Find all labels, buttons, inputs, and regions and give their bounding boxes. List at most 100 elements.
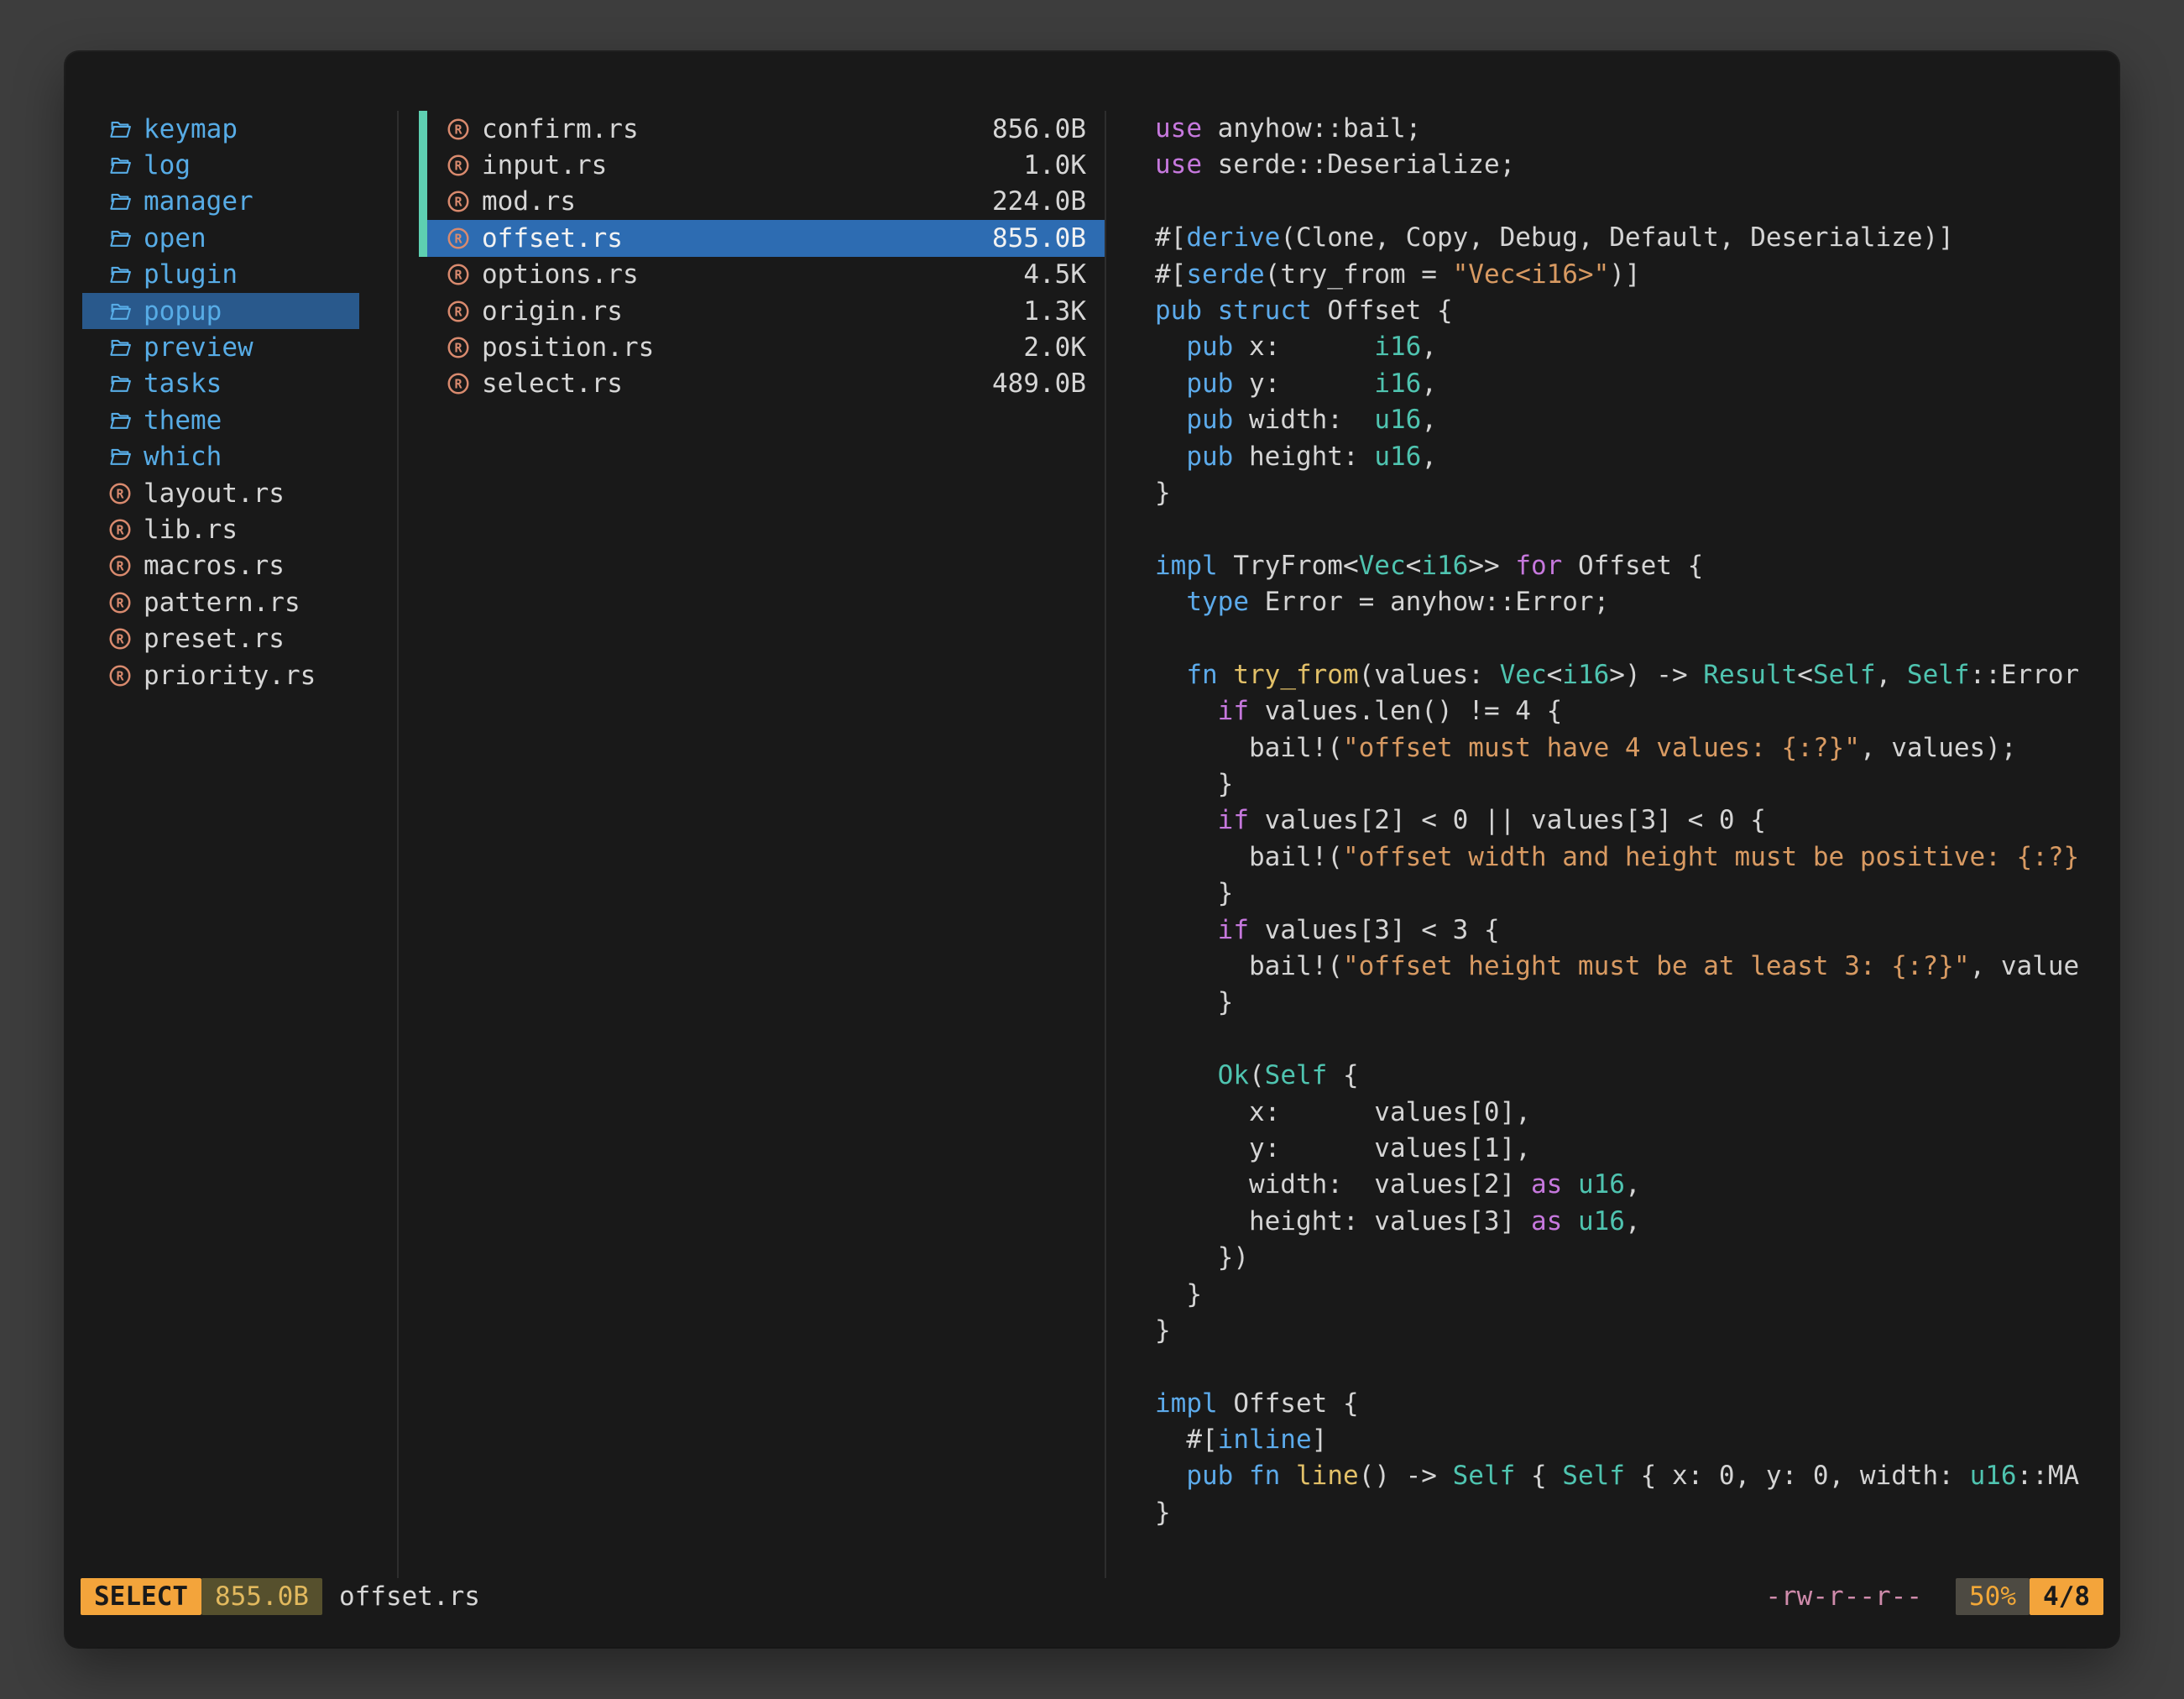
svg-text:R: R (454, 304, 462, 319)
entry-name: keymap (144, 114, 238, 144)
file-size: 224.0B (992, 186, 1086, 217)
file-size: 855.0B (992, 223, 1086, 254)
file-row-origin-rs[interactable]: Rorigin.rs1.3K (399, 293, 1105, 329)
file-name: position.rs (482, 332, 654, 363)
folder-open-icon (107, 153, 133, 178)
folder-open-icon (107, 117, 133, 142)
code-line (1155, 184, 2110, 220)
code-line: y: values[1], (1155, 1131, 2110, 1167)
entry-name: macros.rs (144, 551, 285, 581)
sidebar-dir-which[interactable]: which (82, 439, 359, 475)
file-permissions: -rw-r--r-- (1765, 1581, 1922, 1612)
code-line: pub y: i16, (1155, 366, 2110, 402)
file-name: options.rs (482, 259, 639, 290)
entry-name: popup (144, 296, 222, 327)
sidebar-dir-theme[interactable]: theme (82, 402, 359, 438)
file-row-confirm-rs[interactable]: Rconfirm.rs856.0B (399, 111, 1105, 147)
svg-text:R: R (454, 195, 462, 210)
file-name: mod.rs (482, 186, 576, 217)
code-line: width: values[2] as u16, (1155, 1167, 2110, 1203)
desktop-background: keymaplogmanager openpluginpopup preview ta… (0, 0, 2184, 1699)
file-row-options-rs[interactable]: Roptions.rs4.5K (399, 257, 1105, 293)
file-row-mod-rs[interactable]: Rmod.rs 224.0B (399, 184, 1105, 220)
sidebar-file-pattern-rs[interactable]: Rpattern.rs (82, 584, 359, 620)
code-line: pub fn line() -> Self { Self { x: 0, y: … (1155, 1458, 2110, 1494)
folder-open-icon (107, 335, 133, 360)
rust-file-icon: R (446, 371, 471, 396)
file-size: 1.3K (1023, 296, 1086, 327)
folder-open-icon (107, 189, 133, 214)
sidebar-file-preset-rs[interactable]: Rpreset.rs (82, 620, 359, 656)
file-name: select.rs (482, 369, 623, 399)
file-row-input-rs[interactable]: Rinput.rs1.0K (399, 147, 1105, 183)
cursor-position-badge: 4/8 (2030, 1578, 2103, 1615)
entry-name: preview (144, 332, 253, 363)
rust-file-icon: R (107, 590, 133, 615)
code-line: } (1155, 475, 2110, 511)
rust-file-icon: R (107, 481, 133, 506)
entry-name: lib.rs (144, 515, 238, 545)
code-line: use anyhow::bail; (1155, 111, 2110, 147)
rust-file-icon: R (446, 189, 471, 214)
sidebar-dir-preview[interactable]: preview (82, 329, 359, 365)
code-line: bail!("offset width and height must be p… (1155, 839, 2110, 876)
folder-open-icon (107, 226, 133, 251)
entry-name: open (144, 223, 206, 254)
file-name: offset.rs (482, 223, 623, 254)
svg-text:R: R (454, 341, 462, 356)
code-line: }) (1155, 1240, 2110, 1276)
folder-open-icon (107, 444, 133, 469)
entry-name: preset.rs (144, 624, 285, 654)
code-line: impl TryFrom<Vec<i16>> for Offset { (1155, 548, 2110, 584)
code-line (1155, 511, 2110, 547)
entry-name: manager (144, 186, 253, 217)
code-line: bail!("offset height must be at least 3:… (1155, 949, 2110, 985)
sidebar-dir-keymap[interactable]: keymap (82, 111, 359, 147)
code-line: } (1155, 1277, 2110, 1313)
file-row-position-rs[interactable]: Rposition.rs 2.0K (399, 329, 1105, 365)
panes-container: keymaplogmanager openpluginpopup preview ta… (65, 52, 2119, 1578)
sidebar-dir-popup[interactable]: popup (82, 293, 359, 329)
code-line: } (1155, 985, 2110, 1021)
code-line: fn try_from(values: Vec<i16>) -> Result<… (1155, 657, 2110, 693)
svg-text:R: R (116, 486, 124, 501)
svg-text:R: R (116, 632, 124, 647)
sidebar-dir-log[interactable]: log (82, 147, 359, 183)
code-line: pub x: i16, (1155, 329, 2110, 365)
rust-file-icon: R (446, 153, 471, 178)
status-bar: SELECT 855.0B offset.rs -rw-r--r-- 50% 4… (81, 1578, 2103, 1615)
code-line: use serde::Deserialize; (1155, 147, 2110, 183)
svg-text:R: R (116, 559, 124, 574)
file-size: 2.0K (1023, 332, 1086, 363)
code-line (1155, 620, 2110, 656)
code-line: height: values[3] as u16, (1155, 1204, 2110, 1240)
file-name: confirm.rs (482, 114, 639, 144)
code-line: } (1155, 876, 2110, 912)
rust-file-icon: R (107, 553, 133, 578)
svg-text:R: R (116, 668, 124, 683)
code-line: type Error = anyhow::Error; (1155, 584, 2110, 620)
sidebar-dir-plugin[interactable]: plugin (82, 257, 359, 293)
current-directory-pane: Rconfirm.rs856.0BRinput.rs1.0KRmod.rs224… (397, 111, 1106, 1578)
rust-file-icon: R (107, 517, 133, 542)
entry-name: layout.rs (144, 478, 285, 509)
sidebar-file-macros-rs[interactable]: Rmacros.rs (82, 548, 359, 584)
code-line: if values.len() != 4 { (1155, 693, 2110, 729)
file-row-offset-rs[interactable]: Roffset.rs 855.0B (399, 220, 1105, 256)
file-row-select-rs[interactable]: Rselect.rs 489.0B (399, 366, 1105, 402)
rust-file-icon: R (446, 117, 471, 142)
entry-name: tasks (144, 369, 222, 399)
sidebar-dir-tasks[interactable]: tasks (82, 366, 359, 402)
mode-badge: SELECT (81, 1578, 201, 1615)
svg-text:R: R (454, 377, 462, 392)
file-size: 489.0B (992, 369, 1086, 399)
sidebar-dir-manager[interactable]: manager (82, 184, 359, 220)
sidebar-file-layout-rs[interactable]: Rlayout.rs (82, 475, 359, 511)
code-line: pub width: u16, (1155, 402, 2110, 438)
sidebar-file-priority-rs[interactable]: Rpriority.rs (82, 657, 359, 693)
code-line: #[inline] (1155, 1422, 2110, 1458)
code-line: x: values[0], (1155, 1095, 2110, 1131)
sidebar-file-lib-rs[interactable]: Rlib.rs (82, 511, 359, 547)
sidebar-dir-open[interactable]: open (82, 220, 359, 256)
rust-file-icon: R (446, 226, 471, 251)
